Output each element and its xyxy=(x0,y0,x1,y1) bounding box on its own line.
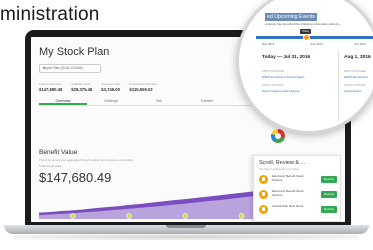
event-date: Today — Jul 31, 2016 xyxy=(262,55,311,60)
magnified-events-panel: ed Upcoming Events ompany has provided t… xyxy=(239,0,373,131)
summary-item: Total benefit value $147,680.49 xyxy=(39,82,62,92)
review-item: Electronic Benefit Stock Options Review xyxy=(259,189,337,201)
summary-label: Potential benefit value xyxy=(129,82,158,86)
event-section-label: STOCK OPTIONS xyxy=(262,84,284,87)
benefit-area-chart xyxy=(39,190,264,219)
timeline-month: May 2016 xyxy=(262,42,275,46)
summary-label: Available value xyxy=(71,82,91,86)
summary-value: $147,680.49 xyxy=(39,87,63,92)
review-button[interactable]: Review xyxy=(321,191,337,198)
review-title: Scroll, Review & ... xyxy=(259,160,306,166)
event-link[interactable]: ESPP Enrollment Period Starts xyxy=(262,75,305,79)
summary-item: Potential benefit value $115,559.03 xyxy=(130,82,158,92)
benefit-total-label: Total benefit value xyxy=(39,164,62,168)
alert-icon xyxy=(259,205,268,214)
app-title: My Stock Plan xyxy=(39,46,110,58)
tab-overview[interactable]: Overview xyxy=(39,97,87,105)
page-heading: ministration xyxy=(0,4,100,25)
timeline-month: July 2016 xyxy=(354,42,366,46)
column-divider xyxy=(338,51,339,121)
event-link[interactable]: Stock Options Grant Expire xyxy=(262,89,300,93)
review-panel: Scroll, Review & ... You have 3 actions … xyxy=(253,155,341,222)
tab-sell[interactable]: Sell xyxy=(135,97,183,105)
review-item: Electronic Benefit Stock Options Review xyxy=(259,174,337,186)
benefit-title: Benefit Value xyxy=(39,149,78,156)
review-item-text: Electronic Benefit Stock Options xyxy=(272,189,304,197)
laptop-shadow xyxy=(14,234,359,240)
events-title: ed Upcoming Events xyxy=(265,13,317,21)
event-marker[interactable] xyxy=(238,213,245,219)
event-section-label: ESPP PURCHASE xyxy=(344,70,367,73)
event-section-label: STOCK OPTIONS xyxy=(344,84,366,87)
summary-item: Available value $28,375.46 xyxy=(71,82,92,92)
benefit-total-value: $147,680.49 xyxy=(39,170,112,185)
timeline-month: June 2016 xyxy=(310,42,324,46)
event-marker[interactable] xyxy=(126,213,132,219)
review-item: Annual Plan New Grant Review xyxy=(259,204,337,216)
alert-icon xyxy=(259,175,268,184)
review-button[interactable]: Review xyxy=(321,176,337,183)
review-subtitle: You have 3 actions items to review xyxy=(259,168,299,171)
chevron-down-icon: ▾ xyxy=(43,66,45,70)
alert-icon xyxy=(259,190,268,199)
event-date: Aug 1, 2016 xyxy=(344,55,371,60)
summary-value: $115,559.03 xyxy=(129,87,153,92)
summary-value: $3,746.00 xyxy=(101,87,120,92)
review-item-text: Electronic Benefit Stock Options xyxy=(272,174,304,182)
review-button[interactable]: Review xyxy=(321,206,337,213)
laptop-notch xyxy=(166,225,206,228)
event-marker[interactable] xyxy=(70,213,76,219)
allocation-donut-chart xyxy=(271,129,285,143)
events-description: ompany has provided the following inform… xyxy=(265,22,343,26)
event-link[interactable]: Grant Expire xyxy=(344,89,361,93)
events-timeline[interactable] xyxy=(256,36,373,39)
event-marker[interactable] xyxy=(182,213,188,219)
tab-holdings[interactable]: Holdings xyxy=(87,97,135,105)
summary-value: $28,375.46 xyxy=(71,87,93,92)
timeline-handle[interactable] xyxy=(303,34,310,41)
event-link[interactable]: ESPP Enrollment xyxy=(344,75,368,79)
summary-item: Unvested value $3,746.00 xyxy=(101,82,120,92)
event-section-label: ESPP PURCHASE xyxy=(262,70,285,73)
summary-label: Unvested value xyxy=(101,82,121,86)
plan-select[interactable]: Apple Plan (2016-123456) ▾ xyxy=(39,64,101,73)
summary-label: Total benefit value xyxy=(39,82,62,86)
review-item-text: Annual Plan New Grant xyxy=(272,204,304,208)
benefit-subtitle: This chart shows your aggregated benefit… xyxy=(39,158,134,162)
summary-bar: Total benefit value $147,680.49 Availabl… xyxy=(39,82,269,92)
zoom-magnifier: ed Upcoming Events ompany has provided t… xyxy=(236,0,373,134)
tab-transfer[interactable]: Transfer xyxy=(183,97,231,105)
